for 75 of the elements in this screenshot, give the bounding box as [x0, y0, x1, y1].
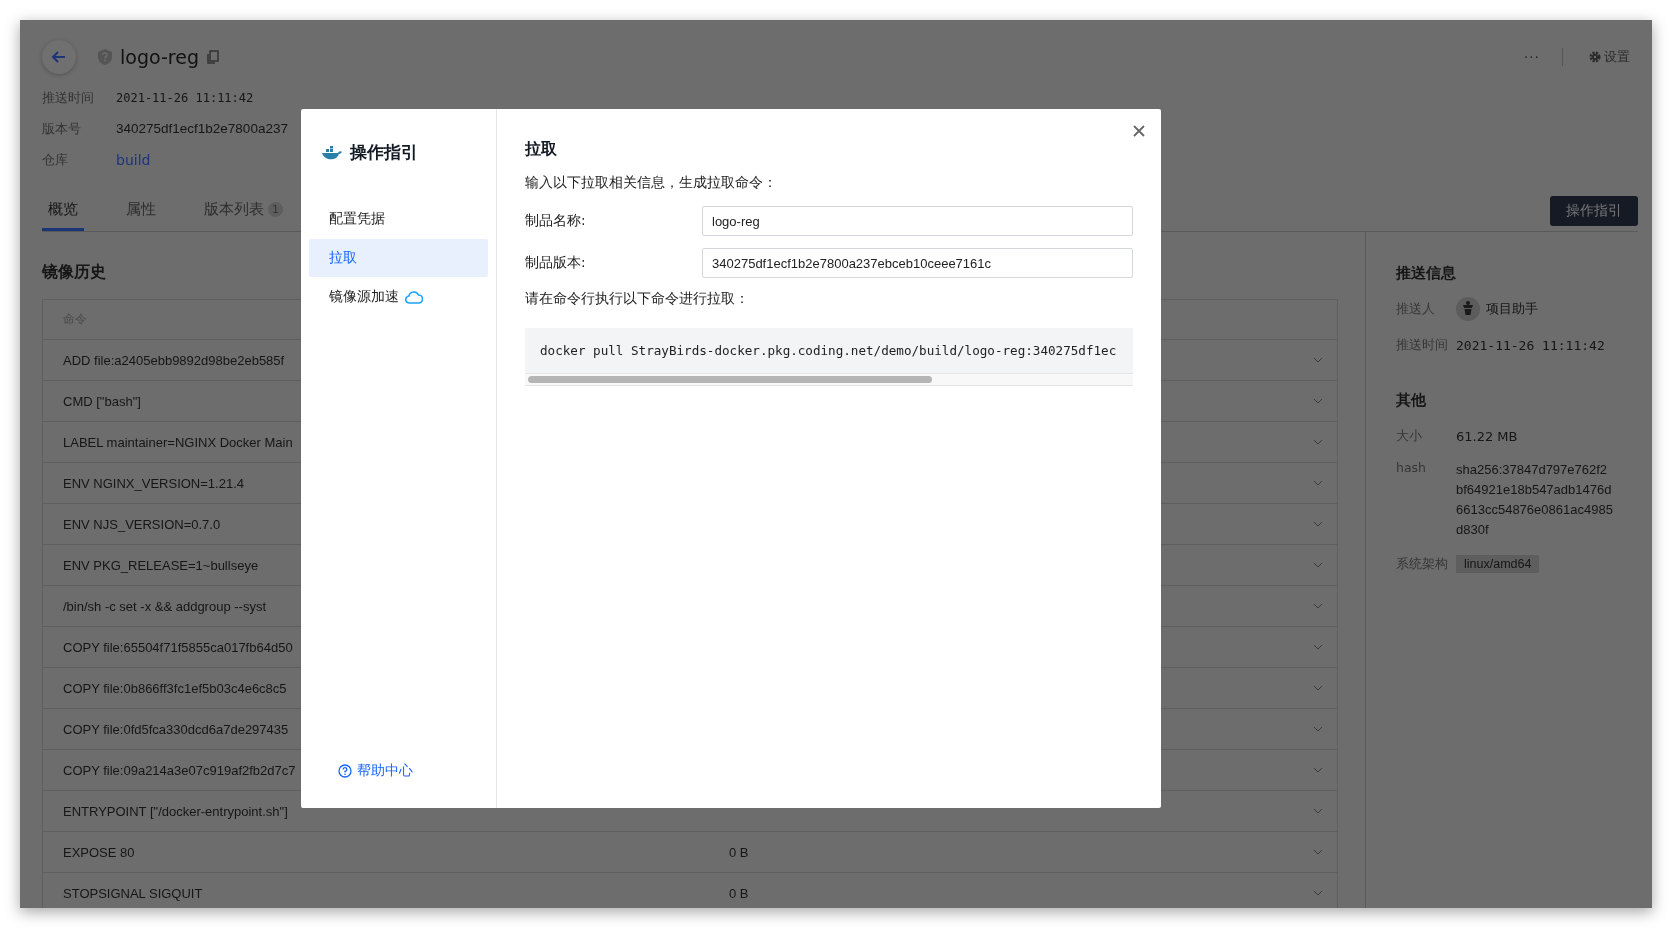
chevron-down-icon[interactable]: [1313, 357, 1323, 363]
field-label: 制品名称:: [525, 212, 587, 230]
chevron-down-icon[interactable]: [1313, 767, 1323, 773]
chevron-down-icon[interactable]: [1313, 726, 1323, 732]
chevron-down-icon[interactable]: [1313, 890, 1323, 896]
table-cell-text: EXPOSE 80: [63, 844, 136, 860]
chevron-down-icon[interactable]: [1313, 398, 1323, 404]
table-cell: 0 B: [729, 885, 749, 901]
table-cell-text: ADD file:a2405ebb9892d98be2eb585f: [63, 352, 286, 368]
table-cell-text: COPY file:65504f71f5855ca017fb64d50: [63, 639, 294, 655]
cloud-icon: [405, 290, 423, 304]
input-field[interactable]: logo-reg: [702, 206, 1133, 236]
nav-item[interactable]: 配置凭据: [309, 200, 488, 238]
command-text: docker pull StrayBirds-docker.pkg.coding.net/demo/build/logo-reg:340275df1ec: [540, 343, 1117, 358]
tab[interactable]: 属性: [120, 200, 162, 231]
copy-icon[interactable]: [206, 50, 219, 64]
dialog-title: 操作指引: [350, 141, 418, 164]
close-icon[interactable]: [1133, 125, 1145, 137]
chevron-down-icon[interactable]: [1313, 685, 1323, 691]
section-title: 推送信息: [1396, 264, 1457, 283]
info-value: 2021-11-26 11:11:42: [1456, 337, 1605, 353]
back-arrow-icon: [51, 49, 67, 65]
hash-line: d830f: [1456, 521, 1490, 539]
table-cell-text: ENV PKG_RELEASE=1~bullseye: [63, 557, 260, 573]
chevron-down-icon[interactable]: [1313, 439, 1323, 445]
chevron-down-icon[interactable]: [1313, 849, 1323, 855]
help-center-link[interactable]: 帮助中心: [309, 762, 488, 780]
chevron-down-icon[interactable]: [1313, 808, 1323, 814]
tab[interactable]: 概览: [42, 200, 84, 231]
table-cell-text: ENV NJS_VERSION=0.7.0: [63, 516, 222, 532]
back-button[interactable]: [42, 40, 76, 74]
pusher-name: 项目助手: [1486, 300, 1538, 318]
table-cell-text: ENV NGINX_VERSION=1.21.4: [63, 475, 245, 491]
meta-label: 仓库: [42, 150, 69, 169]
table-cell-text: LABEL maintainer=NGINX Docker Main: [63, 434, 294, 450]
gear-icon: [1589, 51, 1601, 63]
nav-item[interactable]: 镜像源加速: [309, 278, 488, 316]
arch-tag: linux/amd64: [1456, 555, 1540, 573]
section-title: 镜像历史: [42, 262, 106, 283]
chevron-down-icon[interactable]: [1313, 480, 1323, 486]
scrollbar-thumb[interactable]: [528, 376, 932, 383]
table-cell-text: COPY file:0b866ff3fc1ef5b03c4e6c8c5: [63, 680, 288, 696]
table-cell-text: STOPSIGNAL SIGQUIT: [63, 885, 204, 901]
instruction-text: 输入以下拉取相关信息，生成拉取命令：: [525, 174, 778, 192]
chevron-down-icon[interactable]: [1313, 521, 1323, 527]
meta-value: 2021-11-26 11:11:42: [116, 90, 254, 105]
table-cell-text: ENTRYPOINT ["/docker-entrypoint.sh"]: [63, 803, 289, 819]
chevron-down-icon[interactable]: [1313, 644, 1323, 650]
table-cell-text: CMD ["bash"]: [63, 393, 142, 409]
instruction-text: 请在命令行执行以下命令进行拉取：: [525, 290, 750, 308]
table-cell: 0 B: [729, 844, 749, 860]
whale-icon: [322, 145, 342, 160]
input-field[interactable]: 340275df1ecf1b2e7800a237ebceb10ceee7161c: [702, 248, 1133, 278]
hash-line: 6613cc54876e0861ac4985: [1456, 501, 1613, 519]
more-button[interactable]: ···: [1523, 49, 1540, 65]
chevron-down-icon[interactable]: [1313, 603, 1323, 609]
section-title: 其他: [1396, 391, 1427, 410]
section-heading: 拉取: [525, 139, 558, 160]
info-value: 61.22 MB: [1456, 428, 1518, 444]
meta-value: 340275df1ecf1b2e7800a237: [116, 121, 288, 136]
settings-button[interactable]: 设置: [1589, 48, 1630, 66]
table-cell-text: COPY file:09a214a3e07c919af2fb2d7c7: [63, 762, 297, 778]
avatar-icon: [1456, 297, 1480, 321]
table-cell-text: /bin/sh -c set -x && addgroup --syst: [63, 598, 268, 614]
image-title: logo-reg: [120, 46, 199, 68]
repository-link[interactable]: build: [116, 151, 151, 168]
nav-item[interactable]: 拉取: [309, 239, 488, 277]
guide-button[interactable]: 操作指引: [1550, 196, 1638, 226]
help-icon: [338, 764, 352, 778]
chevron-down-icon[interactable]: [1313, 562, 1323, 568]
shield-question-icon: [98, 49, 112, 65]
hash-line: bf64921e18b547adb1476d: [1456, 481, 1613, 499]
field-label: 制品版本:: [525, 254, 587, 272]
table-cell-text: COPY file:0fd5fca330dcd6a7de297435: [63, 721, 290, 737]
hash-line: sha256:37847d797e762f2: [1456, 461, 1609, 479]
